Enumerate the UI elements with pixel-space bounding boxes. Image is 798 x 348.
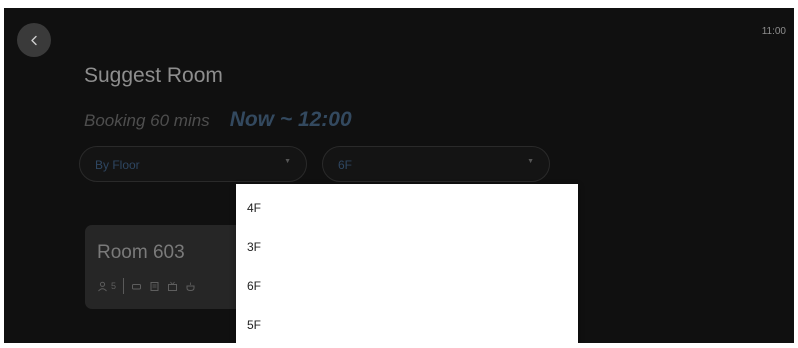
- floor-dropdown-menu: 4F 3F 6F 5F: [236, 184, 578, 343]
- booking-duration: Booking 60 mins: [84, 111, 210, 130]
- room-capacity: 5: [111, 281, 117, 291]
- room-amenities: 5: [97, 278, 196, 294]
- status-time: 11:00: [761, 26, 786, 37]
- divider: [123, 278, 125, 294]
- display-icon: [131, 281, 142, 292]
- room-name: Room 603: [97, 242, 185, 263]
- floor-value: 6F: [338, 158, 353, 172]
- floor-option[interactable]: 3F: [236, 227, 578, 266]
- booking-summary: Booking 60 mins Now ~ 12:00: [84, 108, 352, 132]
- floor-mode-select[interactable]: By Floor ▼: [79, 146, 307, 182]
- floor-select[interactable]: 6F ▼: [322, 146, 550, 182]
- floor-option[interactable]: 4F: [236, 188, 578, 227]
- back-button[interactable]: [17, 23, 51, 57]
- floor-option[interactable]: 6F: [236, 266, 578, 305]
- page-title: Suggest Room: [84, 64, 223, 87]
- person-icon: [97, 281, 108, 292]
- chevron-left-icon: [29, 35, 40, 46]
- whiteboard-icon: [149, 281, 160, 292]
- tv-icon: [167, 281, 178, 292]
- suggest-room-screen: 11:00 Suggest Room Booking 60 mins Now ~…: [4, 8, 794, 343]
- floor-option[interactable]: 5F: [236, 305, 578, 343]
- coffee-icon: [185, 281, 196, 292]
- caret-down-icon: ▼: [527, 158, 534, 165]
- floor-mode-value: By Floor: [95, 158, 140, 172]
- caret-down-icon: ▼: [284, 158, 291, 165]
- booking-time-range: Now ~ 12:00: [229, 108, 352, 131]
